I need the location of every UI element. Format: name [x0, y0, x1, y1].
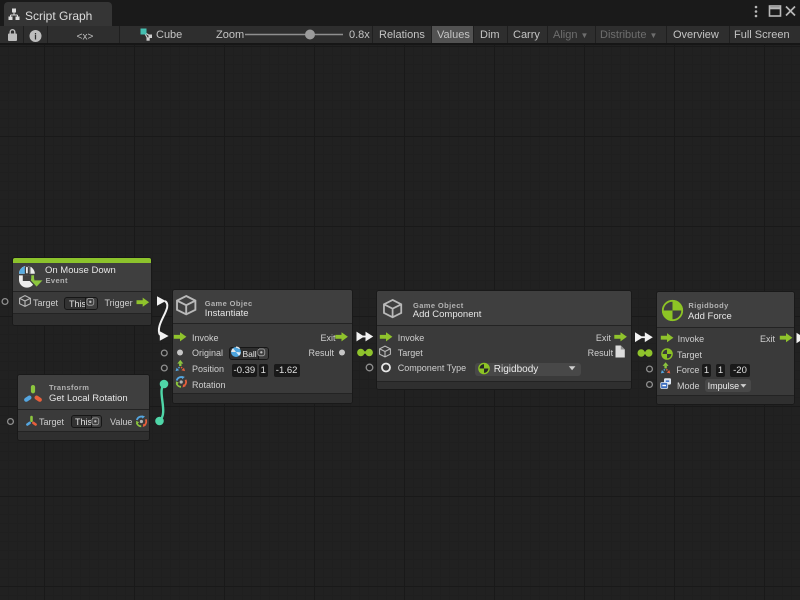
svg-text:<x>: <x> [77, 32, 94, 43]
svg-text:i: i [34, 31, 37, 41]
